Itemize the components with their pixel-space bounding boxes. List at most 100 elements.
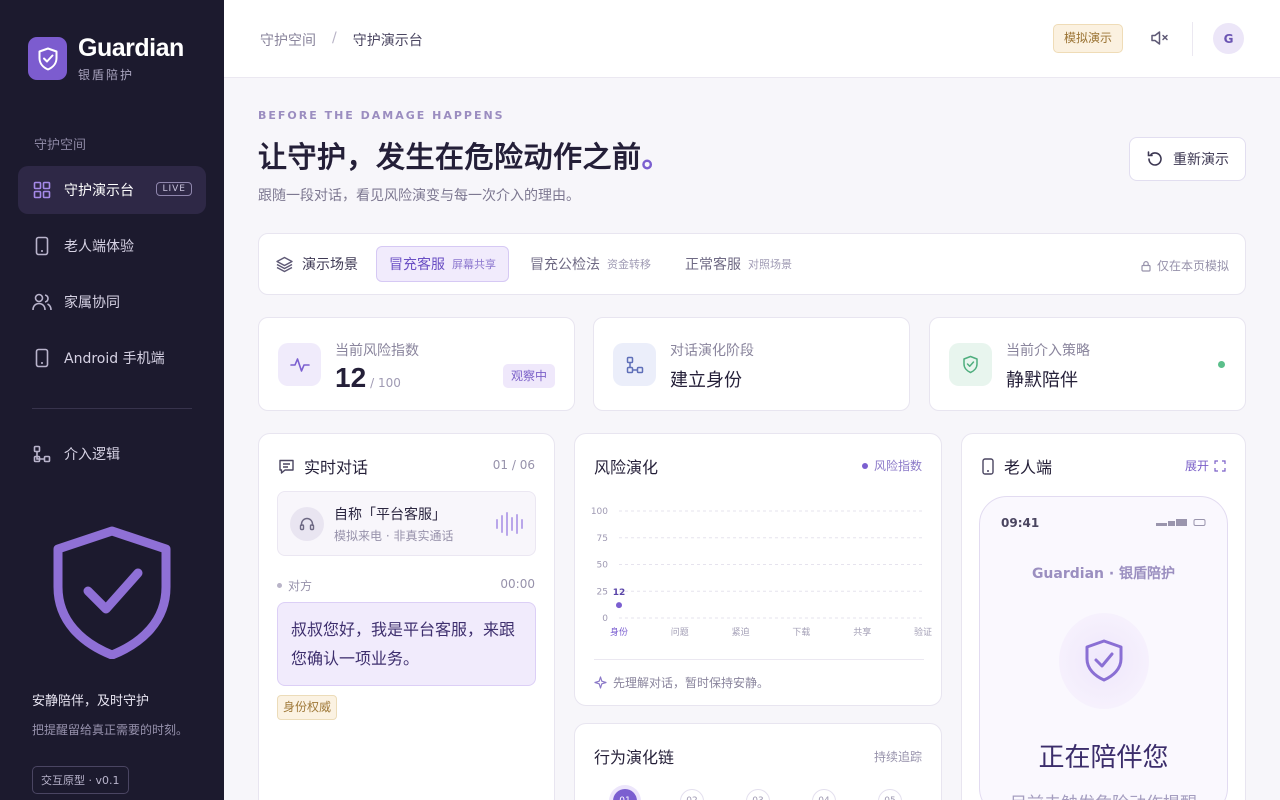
card-title: 实时对话 — [278, 454, 368, 478]
chart-footer: 先理解对话，暂时保持安静。 — [594, 659, 924, 691]
shield-illustration-icon — [50, 525, 174, 663]
sidebar-item-family[interactable]: 家属协同 — [18, 278, 206, 326]
sidebar-item-demo[interactable]: 守护演示台 LIVE — [18, 166, 206, 214]
version-badge: 交互原型 · v0.1 — [32, 766, 129, 794]
scene-tab-label: 冒充公检法 — [530, 257, 600, 273]
scene-tab-sub: 屏幕共享 — [452, 258, 496, 271]
risk-stat-label: 当前风险指数 — [335, 343, 419, 359]
strategy-stat-label: 当前介入策略 — [1006, 343, 1090, 359]
live-badge: LIVE — [156, 182, 192, 196]
expand-icon — [1214, 459, 1226, 472]
behavior-step[interactable]: 02 — [680, 789, 704, 800]
chart-footer-text: 先理解对话，暂时保持安静。 — [613, 676, 770, 690]
sidebar-divider — [32, 408, 192, 409]
sidebar-item-logic[interactable]: 介入逻辑 — [18, 430, 206, 478]
breadcrumb-current: 守护演示台 — [352, 33, 423, 49]
x-tick-label: 身份 — [610, 626, 628, 638]
chat-icon — [279, 459, 294, 474]
expand-button[interactable]: 展开 — [1185, 457, 1226, 474]
scope-text: 仅在本页模拟 — [1156, 259, 1229, 273]
replay-icon — [1147, 151, 1162, 166]
avatar[interactable]: G — [1213, 23, 1244, 54]
status-badge: 观察中 — [502, 364, 555, 388]
x-tick-label: 共享 — [853, 626, 871, 638]
behavior-meta: 持续追踪 — [873, 750, 922, 764]
phone-preview: 09:41 Guardian · 银盾陪护 正在陪伴您 目前未触发危险动作提醒 — [979, 496, 1228, 800]
sidebar-item-label: 老人端体验 — [64, 239, 134, 255]
breadcrumb: 守护空间 / 守护演示台 — [260, 30, 423, 50]
sidebar-tagline-sub: 把提醒留给真正需要的时刻。 — [32, 723, 189, 737]
caller-name: 自称「平台客服」 — [334, 507, 446, 523]
behavior-step[interactable]: 05 — [878, 789, 902, 800]
dialog-counter: 01 / 06 — [492, 458, 535, 472]
behavior-step[interactable]: 03 — [746, 789, 770, 800]
behavior-chain-card: 行为演化链 持续追踪 01 02 03 04 05 — [574, 723, 942, 800]
caller-card: 自称「平台客服」 模拟来电 · 非真实通话 — [277, 491, 536, 556]
behavior-step[interactable]: 04 — [812, 789, 836, 800]
scene-tab-normal-service[interactable]: 正常客服 对照场景 — [673, 246, 804, 282]
strategy-stat-value: 静默陪伴 — [1006, 370, 1078, 391]
sparkle-icon — [594, 676, 607, 689]
stage-stat-value: 建立身份 — [670, 370, 742, 391]
risk-score: 12 — [335, 362, 367, 393]
brand[interactable]: Guardian 银盾陪护 — [28, 34, 184, 83]
behavior-step[interactable]: 01 — [613, 789, 637, 800]
mobile-icon — [982, 457, 994, 475]
message-time: 00:00 — [500, 577, 535, 591]
lock-icon — [1141, 260, 1151, 272]
realtime-dialog-card: 实时对话 01 / 06 自称「平台客服」 模拟来电 · 非真实通话 对方 00… — [258, 433, 555, 800]
breadcrumb-root[interactable]: 守护空间 — [260, 30, 316, 50]
scene-tab-impersonate-service[interactable]: 冒充客服 屏幕共享 — [376, 246, 509, 282]
page-subtitle: 跟随一段对话，看见风险演变与每一次介入的理由。 — [258, 188, 580, 204]
grid-icon — [32, 180, 52, 200]
replay-label: 重新演示 — [1173, 152, 1229, 168]
stage-stat-card: 对话演化阶段 建立身份 — [593, 317, 910, 411]
stage-stat-label: 对话演化阶段 — [670, 343, 754, 359]
card-title: 老人端 — [981, 454, 1052, 478]
signal-battery-icon — [1156, 518, 1206, 527]
behavior-title: 行为演化链 — [594, 748, 675, 767]
topbar-divider — [1192, 22, 1193, 56]
mobile-icon — [32, 348, 52, 368]
caller-sub: 模拟来电 · 非真实通话 — [334, 529, 454, 543]
brand-subtitle: 银盾陪护 — [78, 68, 135, 82]
page-title-dot: 。 — [641, 140, 672, 174]
headset-icon — [290, 507, 324, 541]
scene-tab-label: 冒充客服 — [389, 257, 445, 273]
shield-logo-icon — [28, 37, 67, 80]
expand-label: 展开 — [1184, 459, 1209, 473]
elder-view-card: 老人端 展开 09:41 Guardian · 银盾陪护 正在陪伴您 目前未触发… — [961, 433, 1246, 800]
page-title-text: 让守护，发生在危险动作之前 — [258, 140, 642, 174]
phone-icon — [32, 236, 52, 256]
chart-title: 风险演化 — [594, 458, 659, 477]
layers-icon — [276, 256, 293, 272]
y-tick-label: 0 — [602, 614, 608, 624]
brand-name: Guardian — [78, 34, 184, 62]
mute-icon[interactable] — [1150, 29, 1172, 49]
phone-brand: Guardian · 银盾陪护 — [1031, 566, 1176, 582]
sidebar-section-label: 守护空间 — [34, 138, 87, 153]
x-tick-label: 验证 — [914, 626, 932, 638]
flow-icon — [32, 444, 52, 464]
risk-stat-value: 12/ 100 — [335, 362, 401, 394]
replay-button[interactable]: 重新演示 — [1129, 137, 1246, 181]
risk-stat-card: 当前风险指数 12/ 100 观察中 — [258, 317, 575, 411]
scene-tab-label: 正常客服 — [685, 257, 741, 273]
data-label: 12 — [613, 588, 626, 598]
scene-label-text: 演示场景 — [302, 257, 358, 273]
scene-tab-impersonate-police[interactable]: 冒充公检法 资金转移 — [518, 246, 663, 282]
message-bubble: 叔叔您好，我是平台客服，来跟您确认一项业务。 — [277, 602, 536, 686]
x-tick-label: 紧迫 — [732, 626, 750, 638]
pulse-icon — [278, 343, 321, 386]
sidebar-item-android[interactable]: Android 手机端 — [18, 334, 206, 382]
breadcrumb-separator: / — [332, 30, 337, 46]
scene-selector: 演示场景 冒充客服 屏幕共享 冒充公检法 资金转移 正常客服 对照场景 仅在本页模拟 — [258, 233, 1246, 295]
companion-note: 目前未触发危险动作提醒 — [980, 789, 1227, 800]
page-title: 让守护，发生在危险动作之前。 — [258, 134, 671, 176]
y-tick-label: 50 — [597, 561, 609, 571]
sidebar: Guardian 银盾陪护 守护空间 守护演示台 LIVE 老人端体验 家属协同… — [0, 0, 224, 800]
users-icon — [32, 292, 52, 312]
sidebar-item-elder[interactable]: 老人端体验 — [18, 222, 206, 270]
demo-mode-badge: 模拟演示 — [1053, 24, 1124, 53]
card-title: 风险演化 — [594, 454, 658, 478]
